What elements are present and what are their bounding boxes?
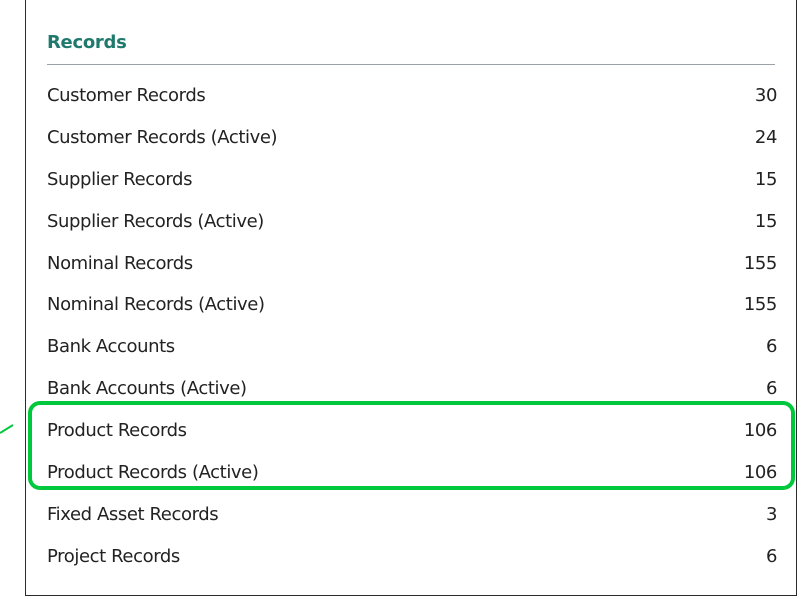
list-item[interactable]: Bank Accounts (Active) 6 bbox=[47, 371, 777, 413]
records-panel: Records Customer Records 30 Customer Rec… bbox=[25, 0, 797, 596]
list-item[interactable]: Nominal Records 155 bbox=[47, 246, 777, 288]
section-title: Records bbox=[47, 32, 127, 53]
callout-arrow-line bbox=[0, 424, 14, 434]
list-item-count: 106 bbox=[743, 420, 778, 442]
list-item-label: Product Records bbox=[47, 420, 187, 442]
callout-arrow-icon bbox=[0, 424, 14, 434]
list-item-count: 30 bbox=[754, 85, 778, 106]
list-item-label: Supplier Records bbox=[47, 168, 193, 190]
list-item-count: 155 bbox=[743, 252, 778, 274]
list-item[interactable]: Bank Accounts 6 bbox=[47, 329, 777, 371]
list-item-count: 6 bbox=[765, 545, 777, 567]
list-item-count: 15 bbox=[754, 210, 778, 232]
list-item-count: 155 bbox=[743, 294, 778, 316]
list-item-label: Nominal Records (Active) bbox=[47, 294, 265, 316]
list-item-count: 6 bbox=[765, 336, 777, 358]
list-item[interactable]: Product Records 106 bbox=[47, 413, 777, 455]
list-item[interactable]: Customer Records 30 bbox=[47, 78, 777, 120]
list-item-label: Supplier Records (Active) bbox=[47, 210, 264, 232]
list-item[interactable]: Supplier Records (Active) 15 bbox=[47, 204, 777, 246]
section-divider bbox=[47, 64, 775, 65]
list-item-label: Fixed Asset Records bbox=[47, 503, 219, 525]
page: Records Customer Records 30 Customer Rec… bbox=[0, 0, 808, 599]
list-item-count: 3 bbox=[765, 503, 777, 525]
list-item-label: Bank Accounts bbox=[47, 336, 175, 358]
list-item-count: 106 bbox=[743, 462, 778, 484]
list-item-label: Bank Accounts (Active) bbox=[47, 378, 247, 400]
list-item[interactable]: Nominal Records (Active) 155 bbox=[47, 287, 777, 329]
list-item-label: Project Records bbox=[47, 545, 180, 567]
list-item-count: 15 bbox=[754, 168, 778, 190]
list-item[interactable]: Fixed Asset Records 3 bbox=[47, 497, 777, 539]
list-item-label: Product Records (Active) bbox=[47, 462, 259, 484]
list-item-count: 6 bbox=[765, 378, 777, 400]
list-item-count: 24 bbox=[754, 126, 778, 148]
list-item[interactable]: Supplier Records 15 bbox=[47, 162, 777, 204]
list-item-label: Customer Records bbox=[47, 85, 206, 106]
list-item-label: Customer Records (Active) bbox=[47, 126, 278, 148]
list-item[interactable]: Customer Records (Active) 24 bbox=[47, 120, 777, 162]
list-item[interactable]: Project Records 6 bbox=[47, 539, 777, 581]
list-item[interactable]: Product Records (Active) 106 bbox=[47, 455, 777, 497]
list-item-label: Nominal Records bbox=[47, 252, 193, 274]
records-list: Customer Records 30 Customer Records (Ac… bbox=[47, 78, 777, 581]
